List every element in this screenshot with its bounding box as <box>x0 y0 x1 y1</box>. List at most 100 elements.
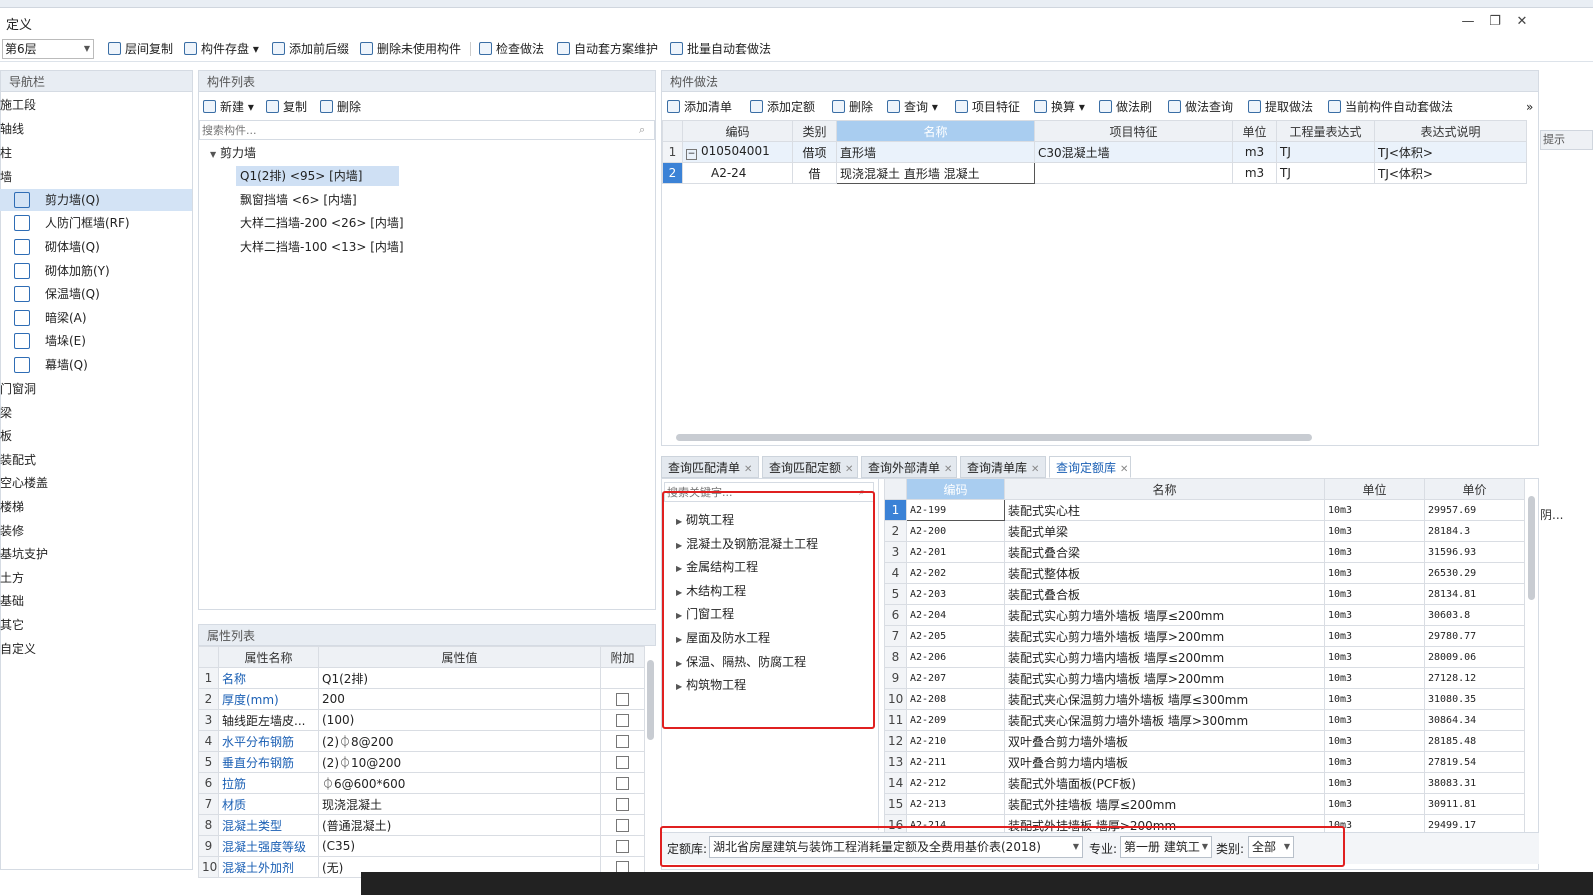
table-row[interactable]: 6 A2-204 装配式实心剪力墙外墙板 墙厚≤200mm 10m3 30603.8 <box>884 604 1525 626</box>
table-row[interactable]: 5 垂直分布钢筋 (2)⏀10@200 <box>198 751 645 773</box>
method-brush-button[interactable]: 做法刷 <box>1099 98 1152 116</box>
more-actions-icon[interactable]: » <box>1526 98 1533 116</box>
nav-item-pit-support[interactable]: 基坑支护 <box>0 543 48 565</box>
unit-cell[interactable]: 10m3 <box>1324 646 1425 668</box>
auto-method-button[interactable]: 当前构件自动套做法 <box>1328 98 1453 116</box>
table-row[interactable]: 14 A2-212 装配式外墙面板(PCF板) 10m3 38083.31 <box>884 772 1525 794</box>
name-cell[interactable]: 装配式实心剪力墙内墙板 墙厚>200mm <box>1004 667 1325 689</box>
table-row[interactable]: 9 A2-207 装配式实心剪力墙内墙板 墙厚>200mm 10m3 27128.12 <box>884 667 1525 689</box>
unit-cell[interactable]: m3 <box>1232 141 1277 163</box>
unit-cell[interactable]: 10m3 <box>1324 688 1425 710</box>
code-cell[interactable]: −010504001 <box>682 141 793 163</box>
nav-sub-curtain-wall[interactable]: 幕墙(Q) <box>0 354 192 376</box>
delete-method-button[interactable]: 删除 <box>832 98 873 116</box>
code-cell[interactable]: A2-201 <box>906 541 1005 563</box>
unit-cell[interactable]: 10m3 <box>1324 583 1425 605</box>
code-cell[interactable]: A2-210 <box>906 730 1005 752</box>
type-cell[interactable]: 借 <box>792 162 837 184</box>
property-value[interactable]: ⏀6@600*600 <box>318 772 601 794</box>
name-cell[interactable]: 装配式夹心保温剪力墙外墙板 墙厚>300mm <box>1004 709 1325 731</box>
search-icon[interactable]: ⌕ <box>859 485 865 499</box>
quota-tree-item[interactable]: ▶ 木结构工程 <box>676 581 746 601</box>
tree-group-shear-wall[interactable]: ▼ 剪力墙 <box>210 143 256 163</box>
attach-checkbox[interactable] <box>616 693 629 706</box>
code-cell[interactable]: A2-204 <box>906 604 1005 626</box>
table-row[interactable]: 5 A2-203 装配式叠合板 10m3 28134.81 <box>884 583 1525 605</box>
nav-item-segment[interactable]: 施工段 <box>0 94 36 116</box>
nav-sub-hidden-beam[interactable]: 暗梁(A) <box>0 307 192 329</box>
code-cell[interactable]: A2-203 <box>906 583 1005 605</box>
nav-item-openings[interactable]: 门窗洞 <box>0 378 36 400</box>
attach-checkbox[interactable] <box>616 735 629 748</box>
nav-item-stairs[interactable]: 楼梯 <box>0 496 24 518</box>
add-list-button[interactable]: 添加清单 <box>667 98 732 116</box>
unit-cell[interactable]: 10m3 <box>1324 562 1425 584</box>
nav-item-prefab[interactable]: 装配式 <box>0 449 36 471</box>
table-row[interactable]: 10 A2-208 装配式夹心保温剪力墙外墙板 墙厚≤300mm 10m3 31080.… <box>884 688 1525 710</box>
unit-cell[interactable]: 10m3 <box>1324 667 1425 689</box>
expr-cell[interactable]: TJ <box>1276 162 1375 184</box>
close-icon[interactable]: ✕ <box>944 464 952 475</box>
unit-cell[interactable]: 10m3 <box>1324 499 1425 521</box>
nav-item-axis[interactable]: 轴线 <box>0 118 24 140</box>
name-cell[interactable]: 双叶叠合剪力墙外墙板 <box>1004 730 1325 752</box>
layer-select[interactable]: 第6层 ▼ <box>2 39 94 59</box>
code-cell[interactable]: A2-207 <box>906 667 1005 689</box>
desc-cell[interactable]: TJ<体积> <box>1374 162 1527 184</box>
table-row[interactable]: 8 混凝土类型 (普通混凝土) <box>198 814 645 836</box>
feature-cell[interactable]: C30混凝土墙 <box>1034 141 1233 163</box>
batch-auto-method-button[interactable]: 批量自动套做法 <box>670 40 771 58</box>
code-cell[interactable]: A2-213 <box>906 793 1005 815</box>
unit-cell[interactable]: 10m3 <box>1324 709 1425 731</box>
unit-cell[interactable]: 10m3 <box>1324 604 1425 626</box>
nav-item-beam[interactable]: 梁 <box>0 402 12 424</box>
name-cell[interactable]: 装配式实心剪力墙外墙板 墙厚≤200mm <box>1004 604 1325 626</box>
name-cell[interactable]: 装配式整体板 <box>1004 562 1325 584</box>
close-icon[interactable]: ✕ <box>744 464 752 475</box>
table-row[interactable]: 2 厚度(mm) 200 <box>198 688 645 710</box>
attach-checkbox[interactable] <box>616 798 629 811</box>
quota-tree-item[interactable]: ▶ 混凝土及钢筋混凝土工程 <box>676 534 818 554</box>
quota-tree-item[interactable]: ▶ 门窗工程 <box>676 604 734 624</box>
table-row[interactable]: 7 材质 现浇混凝土 <box>198 793 645 815</box>
nav-item-earthwork[interactable]: 土方 <box>0 567 24 589</box>
code-cell[interactable]: A2-211 <box>906 751 1005 773</box>
nav-item-other[interactable]: 其它 <box>0 614 24 636</box>
table-row[interactable]: 4 水平分布钢筋 (2)⏀8@200 <box>198 730 645 752</box>
price-cell[interactable]: 28134.81 <box>1424 583 1525 605</box>
nav-sub-masonry-rebar[interactable]: 砌体加筋(Y) <box>0 260 192 282</box>
table-row[interactable]: 2 A2-24 借 现浇混凝土 直形墙 混凝土 m3 TJ TJ<体积> <box>662 162 1527 184</box>
table-row[interactable]: 15 A2-213 装配式外挂墙板 墙厚≤200mm 10m3 30911.81 <box>884 793 1525 815</box>
copy-component-button[interactable]: 复制 <box>266 98 307 116</box>
name-cell[interactable]: 装配式叠合板 <box>1004 583 1325 605</box>
hint-tab[interactable]: 提示 <box>1540 130 1593 150</box>
unit-cell[interactable]: 10m3 <box>1324 730 1425 752</box>
nav-sub-wall-pier[interactable]: 墙垛(E) <box>0 330 192 352</box>
code-cell[interactable]: A2-209 <box>906 709 1005 731</box>
code-cell[interactable]: A2-208 <box>906 688 1005 710</box>
price-cell[interactable]: 27128.12 <box>1424 667 1525 689</box>
new-component-button[interactable]: 新建 ▾ <box>203 98 254 116</box>
close-icon[interactable]: ✕ <box>1514 14 1530 30</box>
quota-scrollbar[interactable] <box>1528 496 1535 600</box>
price-cell[interactable]: 28009.06 <box>1424 646 1525 668</box>
category-select[interactable]: 全部 ▼ <box>1248 836 1294 858</box>
code-cell[interactable]: A2-212 <box>906 772 1005 794</box>
price-cell[interactable]: 31080.35 <box>1424 688 1525 710</box>
price-cell[interactable]: 28185.48 <box>1424 730 1525 752</box>
table-row[interactable]: 11 A2-209 装配式夹心保温剪力墙外墙板 墙厚>300mm 10m3 30864.… <box>884 709 1525 731</box>
nav-item-column[interactable]: 柱 <box>0 142 12 164</box>
property-value[interactable]: 现浇混凝土 <box>318 793 601 815</box>
nav-item-custom[interactable]: 自定义 <box>0 638 36 660</box>
code-cell[interactable]: A2-202 <box>906 562 1005 584</box>
query-search-input[interactable] <box>664 482 874 502</box>
attach-checkbox[interactable] <box>616 714 629 727</box>
name-cell[interactable]: 装配式实心剪力墙内墙板 墙厚≤200mm <box>1004 646 1325 668</box>
delete-unused-button[interactable]: 删除未使用构件 <box>360 40 461 58</box>
attach-checkbox[interactable] <box>616 819 629 832</box>
feature-cell[interactable] <box>1034 162 1233 184</box>
major-select[interactable]: 第一册 建筑工 ▼ <box>1120 836 1212 858</box>
name-cell[interactable]: 装配式外墙面板(PCF板) <box>1004 772 1325 794</box>
unit-cell[interactable]: m3 <box>1232 162 1277 184</box>
price-cell[interactable]: 26530.29 <box>1424 562 1525 584</box>
